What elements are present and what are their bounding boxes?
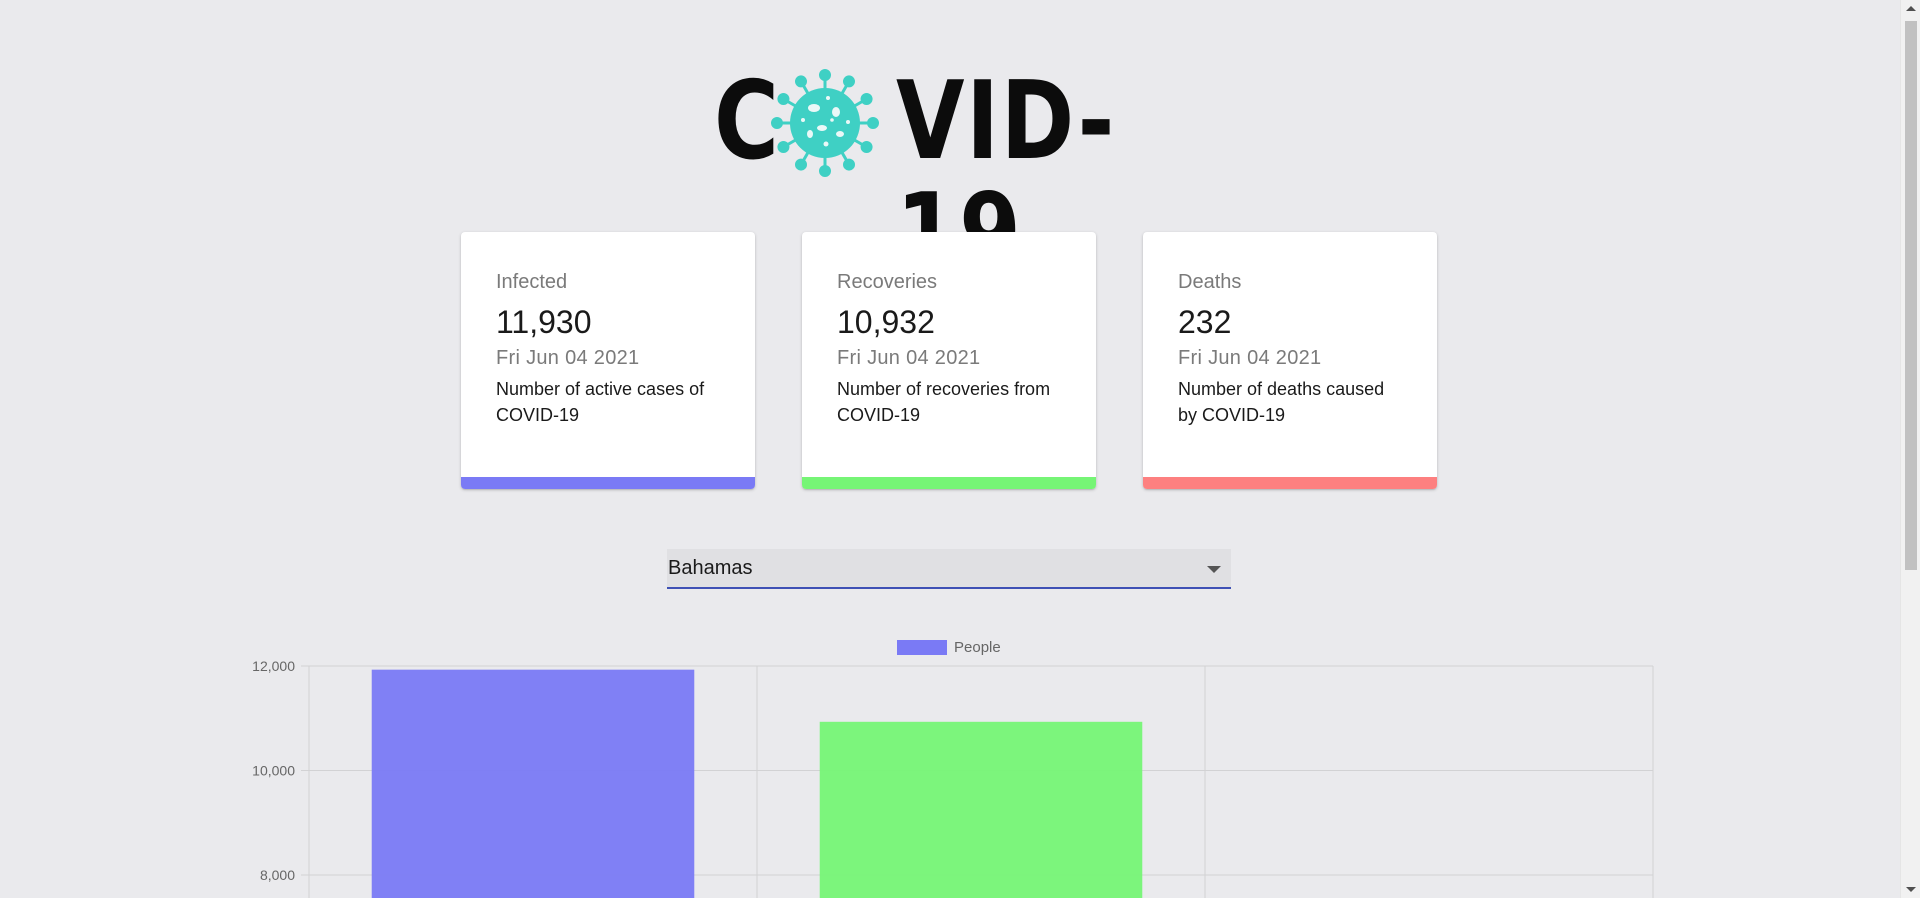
card-color-bar xyxy=(1143,477,1437,489)
card-color-bar xyxy=(802,477,1096,489)
y-tick-label: 8,000 xyxy=(260,867,295,883)
page: C VID-19 Infected 11,930 Fri Jun 04 xyxy=(0,0,1920,898)
bar-chart: People 12,000 10,000 8,000 xyxy=(230,630,1660,898)
bar-infected xyxy=(371,669,695,898)
card-deaths: Deaths 232 Fri Jun 04 2021 Number of dea… xyxy=(1143,232,1437,489)
card-description: Number of active cases of COVID-19 xyxy=(496,379,705,425)
card-description: Number of deaths caused by COVID-19 xyxy=(1178,379,1385,425)
card-infected: Infected 11,930 Fri Jun 04 2021 Number o… xyxy=(461,232,755,489)
country-select[interactable]: Bahamas xyxy=(667,549,1231,589)
card-color-bar xyxy=(461,477,755,489)
bar-chart-svg: People 12,000 10,000 8,000 xyxy=(252,639,1654,898)
card-title: Recoveries xyxy=(837,271,938,293)
scroll-up-arrow-icon[interactable] xyxy=(1906,6,1916,11)
virus-icon xyxy=(771,69,879,177)
scroll-thumb[interactable] xyxy=(1905,21,1917,570)
country-select-value: Bahamas xyxy=(668,557,753,579)
card-title: Infected xyxy=(496,271,568,293)
y-tick-label: 10,000 xyxy=(252,763,295,779)
dropdown-arrow-icon xyxy=(1207,566,1221,573)
card-title: Deaths xyxy=(1178,271,1242,293)
card-value: 10,932 xyxy=(837,304,935,340)
scroll-down-arrow-icon[interactable] xyxy=(1906,887,1916,892)
vertical-scrollbar[interactable] xyxy=(1900,0,1920,898)
legend-label: People xyxy=(954,639,1001,656)
stats-cards: Infected 11,930 Fri Jun 04 2021 Number o… xyxy=(461,232,1437,489)
card-date: Fri Jun 04 2021 xyxy=(1178,347,1322,369)
card-description: Number of recoveries from COVID-19 xyxy=(837,379,1051,425)
card-value: 232 xyxy=(1178,304,1232,340)
card-recoveries: Recoveries 10,932 Fri Jun 04 2021 Number… xyxy=(802,232,1096,489)
card-value: 11,930 xyxy=(496,304,592,340)
bar-recovered xyxy=(819,721,1143,898)
card-date: Fri Jun 04 2021 xyxy=(496,347,640,369)
card-date: Fri Jun 04 2021 xyxy=(837,347,981,369)
legend-swatch xyxy=(897,640,947,655)
y-tick-label: 12,000 xyxy=(252,658,295,674)
